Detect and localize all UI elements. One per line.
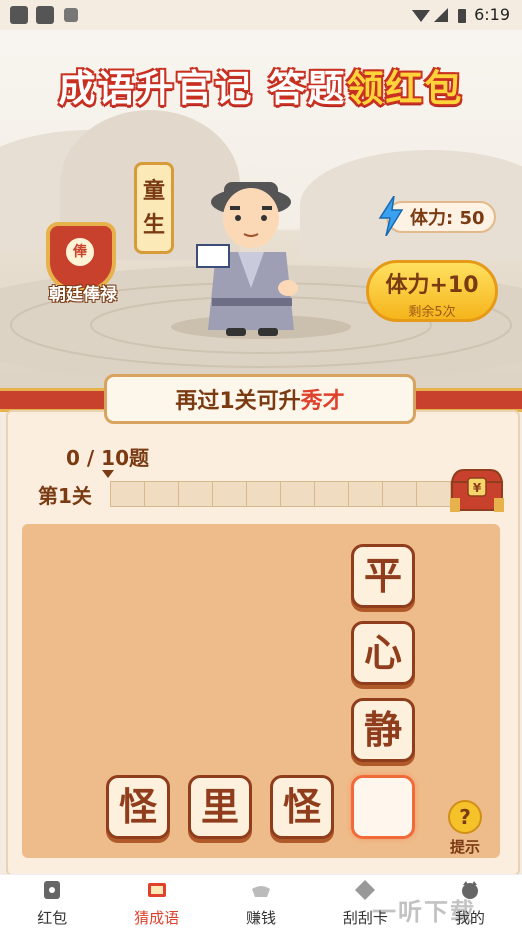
progress-segment [247, 482, 281, 506]
notification-icon [36, 6, 54, 24]
app-icon [64, 8, 78, 22]
progress-marker-icon [102, 470, 114, 478]
character-tile: 心 [351, 621, 415, 685]
character-tile: 里 [188, 775, 252, 839]
progress-segment [179, 482, 213, 506]
puzzle-board [22, 524, 500, 858]
character-tile: 怪 [270, 775, 334, 839]
progress-segment [315, 482, 349, 506]
salary-coin-icon: 俸 [64, 236, 96, 268]
rank-plaque: 童生 [134, 162, 174, 254]
app-title: 成语升官记 答题领红包 [58, 67, 464, 110]
progress-segment [281, 482, 315, 506]
promotion-tip: 再过1关可升秀才 [104, 374, 416, 424]
status-bar: 6:19 [0, 0, 522, 30]
watermark: 一听下载 [372, 898, 476, 926]
add-stamina-button[interactable]: 体力+10 剩余5次 [366, 260, 498, 322]
clock: 6:19 [474, 5, 510, 24]
treasure-chest-icon[interactable]: ¥ [450, 468, 504, 514]
hint-button[interactable]: ? 提示 [446, 800, 484, 857]
salary-label[interactable]: 朝廷俸禄 [28, 280, 138, 305]
question-count: 0 / 10题 [66, 446, 149, 470]
ingot-icon [252, 886, 271, 897]
progress-segment [383, 482, 417, 506]
character-tile: 平 [351, 544, 415, 608]
lightning-icon [378, 196, 404, 236]
level-progress-bar [110, 481, 452, 507]
tab-guess-idiom[interactable]: 猜成语 [104, 875, 208, 929]
progress-segment [213, 482, 247, 506]
signal-icons [412, 8, 466, 23]
tab-red-packet[interactable]: 红包 [0, 875, 104, 929]
scholar-character [196, 182, 298, 336]
level-label: 第1关 [38, 484, 92, 508]
svg-text:¥: ¥ [473, 481, 482, 495]
tab-earn-money[interactable]: 赚钱 [209, 875, 313, 929]
notification-icon [10, 6, 28, 24]
character-tile: 静 [351, 698, 415, 762]
progress-segment [417, 482, 451, 506]
progress-segment [349, 482, 383, 506]
answer-blank-tile[interactable] [351, 775, 415, 839]
progress-segment [111, 482, 145, 506]
progress-segment [145, 482, 179, 506]
character-tile: 怪 [106, 775, 170, 839]
wallet-icon [44, 881, 61, 899]
scroll-icon [147, 883, 166, 897]
question-mark-icon: ? [448, 800, 482, 834]
